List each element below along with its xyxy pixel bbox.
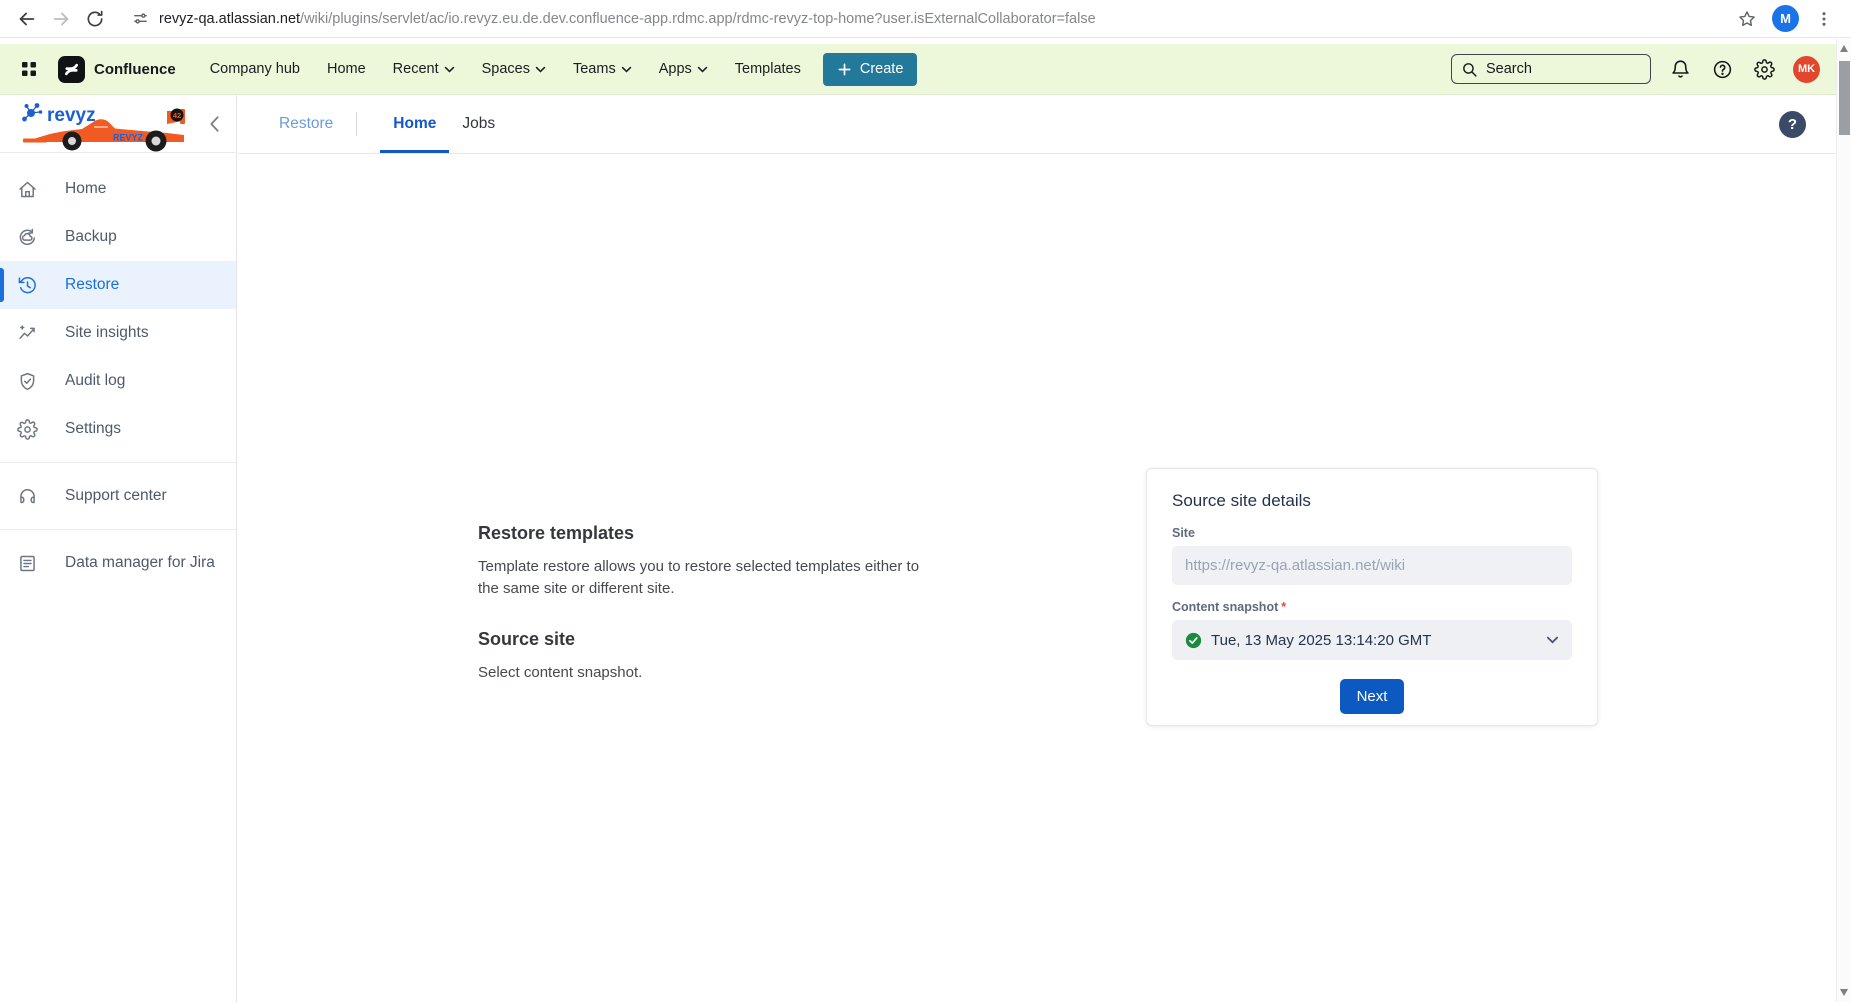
sidebar-divider xyxy=(0,529,236,530)
sidebar-item-settings[interactable]: Settings xyxy=(0,405,236,453)
page-help-icon[interactable]: ? xyxy=(1779,111,1806,138)
sidebar-item-restore[interactable]: Restore xyxy=(0,261,236,309)
settings-gear-icon[interactable] xyxy=(1751,56,1777,82)
selected-indicator xyxy=(0,268,4,302)
chevron-down-icon xyxy=(535,66,546,73)
restore-templates-body: Template restore allows you to restore s… xyxy=(478,556,940,600)
help-icon[interactable] xyxy=(1709,56,1735,82)
tab-jobs[interactable]: Jobs xyxy=(449,95,508,153)
browser-toolbar: revyz-qa.atlassian.net/wiki/plugins/serv… xyxy=(0,0,1851,38)
check-circle-icon xyxy=(1185,632,1202,649)
insights-chart-icon xyxy=(17,323,38,344)
main-content: Restore templates Template restore allow… xyxy=(238,155,1836,1002)
scroll-down-arrow[interactable] xyxy=(1840,989,1848,996)
nav-item-apps[interactable]: Apps xyxy=(659,61,708,77)
tab-home[interactable]: Home xyxy=(380,95,449,153)
restore-history-icon xyxy=(17,275,38,296)
svg-text:REVYZ: REVYZ xyxy=(113,133,144,143)
site-url-input[interactable] xyxy=(1172,546,1572,585)
restore-description: Restore templates Template restore allow… xyxy=(478,523,940,683)
forward-icon[interactable] xyxy=(44,4,78,34)
revyz-car-logo-image: revyz 42 REVYZ xyxy=(20,100,198,152)
sidebar-item-backup[interactable]: Backup xyxy=(0,213,236,261)
product-name: Confluence xyxy=(94,61,176,78)
nav-item-company-hub[interactable]: Company hub xyxy=(210,61,300,77)
sidebar-item-data-manager-jira[interactable]: Data manager for Jira xyxy=(0,539,236,587)
confluence-logo-icon[interactable] xyxy=(58,56,85,83)
home-icon xyxy=(17,179,38,200)
restore-templates-title: Restore templates xyxy=(478,523,940,544)
nav-item-home[interactable]: Home xyxy=(327,61,366,77)
nav-item-templates[interactable]: Templates xyxy=(735,61,801,77)
url-text: revyz-qa.atlassian.net/wiki/plugins/serv… xyxy=(159,11,1096,27)
sidebar-collapse-icon[interactable] xyxy=(202,112,226,136)
app-sidebar: revyz 42 REVYZ Home B xyxy=(0,95,237,1002)
required-asterisk: * xyxy=(1281,600,1286,614)
browser-profile-avatar[interactable]: M xyxy=(1772,5,1799,32)
site-settings-icon[interactable] xyxy=(132,10,149,27)
shield-check-icon xyxy=(17,371,38,392)
sidebar-item-support-center[interactable]: Support center xyxy=(0,472,236,520)
page-tabbar: Restore Home Jobs ? xyxy=(238,95,1836,154)
document-icon xyxy=(17,553,38,574)
search-input[interactable]: Search xyxy=(1451,54,1651,84)
nav-item-recent[interactable]: Recent xyxy=(393,61,455,77)
sidebar-item-audit-log[interactable]: Audit log xyxy=(0,357,236,405)
svg-text:revyz: revyz xyxy=(47,105,96,126)
confluence-header: Confluence Company hub Home Recent Space… xyxy=(0,44,1836,95)
svg-text:42: 42 xyxy=(173,111,181,120)
browser-menu-icon[interactable] xyxy=(1807,4,1841,34)
nav-item-spaces[interactable]: Spaces xyxy=(482,61,546,77)
content-snapshot-label: Content snapshot * xyxy=(1172,600,1572,614)
card-title: Source site details xyxy=(1172,491,1572,511)
vertical-scrollbar[interactable] xyxy=(1836,39,1851,1002)
gear-icon xyxy=(17,419,38,440)
next-button[interactable]: Next xyxy=(1340,679,1405,714)
headset-icon xyxy=(17,486,38,507)
search-icon xyxy=(1461,61,1478,78)
url-bar[interactable]: revyz-qa.atlassian.net/wiki/plugins/serv… xyxy=(120,4,1722,34)
breadcrumb-restore[interactable]: Restore xyxy=(279,115,333,133)
chevron-down-icon xyxy=(621,66,632,73)
chevron-down-icon xyxy=(1546,636,1559,644)
url-host: revyz-qa.atlassian.net xyxy=(159,11,300,27)
plus-icon xyxy=(837,62,852,77)
source-site-body: Select content snapshot. xyxy=(478,662,940,684)
sidebar-item-site-insights[interactable]: Site insights xyxy=(0,309,236,357)
sidebar-divider xyxy=(0,462,236,463)
back-icon[interactable] xyxy=(10,4,44,34)
content-snapshot-select[interactable]: Tue, 13 May 2025 13:14:20 GMT xyxy=(1172,620,1572,660)
scroll-up-arrow[interactable] xyxy=(1840,45,1848,52)
snapshot-value: Tue, 13 May 2025 13:14:20 GMT xyxy=(1211,632,1431,649)
header-right-group: Search MK xyxy=(1451,54,1820,84)
sidebar-nav: Home Backup Restore Site insights Audit … xyxy=(0,153,236,587)
notifications-bell-icon[interactable] xyxy=(1667,56,1693,82)
reload-icon[interactable] xyxy=(78,4,112,34)
tabbar-divider xyxy=(356,112,357,136)
chevron-down-icon xyxy=(697,66,708,73)
sidebar-item-home[interactable]: Home xyxy=(0,165,236,213)
user-avatar[interactable]: MK xyxy=(1793,56,1820,83)
bookmark-star-icon[interactable] xyxy=(1730,4,1764,34)
site-field-label: Site xyxy=(1172,526,1572,540)
create-button[interactable]: Create xyxy=(823,53,918,86)
scrollbar-thumb[interactable] xyxy=(1839,61,1850,135)
confluence-nav-menu: Company hub Home Recent Spaces Teams App… xyxy=(210,61,801,77)
source-site-title: Source site xyxy=(478,629,940,650)
chevron-down-icon xyxy=(444,66,455,73)
nav-item-teams[interactable]: Teams xyxy=(573,61,632,77)
app-switcher-icon[interactable] xyxy=(16,56,42,82)
backup-cloud-icon xyxy=(17,227,38,248)
url-path: /wiki/plugins/servlet/ac/io.revyz.eu.de.… xyxy=(300,11,1096,27)
search-placeholder: Search xyxy=(1486,61,1532,77)
revyz-logo: revyz 42 REVYZ xyxy=(0,95,236,153)
source-site-details-card: Source site details Site Content snapsho… xyxy=(1146,468,1598,726)
